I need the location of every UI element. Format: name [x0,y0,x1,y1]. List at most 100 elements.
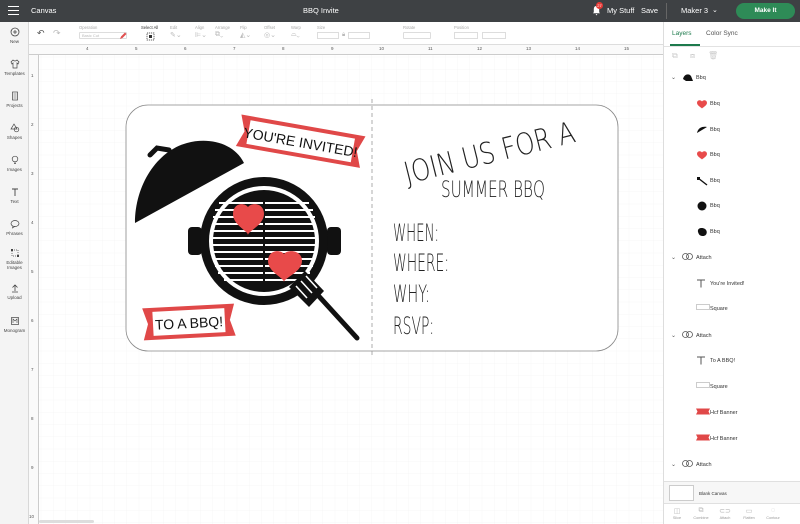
text-t-icon [11,188,18,196]
where-label[interactable]: WHERE: [393,249,449,277]
to-a-bbq-banner[interactable]: TO A BBQ! [142,303,236,341]
chevron-down-icon[interactable]: ⌄ [671,254,676,261]
undo-icon[interactable]: ↶ [37,28,45,39]
delete-icon[interactable]: 🗑︎ [708,51,718,60]
layer-row[interactable]: ⌄ Attach [664,453,800,477]
save-button[interactable]: Save [641,6,658,15]
warp-control[interactable]: Warp [291,25,301,30]
offset-icon[interactable]: ◎⌄ [264,31,276,39]
flatten-button[interactable]: Flatten [738,516,760,520]
machine-select[interactable]: Maker 3 [681,6,708,15]
redo-icon[interactable]: ↷ [53,28,61,39]
duplicate-icon[interactable]: ⧈ [690,51,695,61]
flip-icon[interactable]: ◭⌄ [240,31,251,39]
horizontal-scrollbar[interactable] [39,520,94,523]
x-input[interactable] [454,32,478,39]
layer-row[interactable]: Hcf Banner [664,401,800,425]
tab-layers[interactable]: Layers [672,30,692,37]
offset-control[interactable]: Offset [264,25,275,30]
layer-row[interactable]: Square [664,375,800,399]
rotate-input[interactable] [403,32,431,39]
sidebar-item-projects[interactable]: Projects [0,91,29,108]
chevron-down-icon[interactable]: ⌄ [671,332,676,339]
arrange-icon[interactable]: ⧉⌄ [215,31,223,39]
select-all-icon[interactable] [146,32,155,41]
attach-icon [682,253,693,262]
contour-button[interactable]: Contour [762,516,784,520]
flip-control[interactable]: Flip [240,25,247,30]
layer-row[interactable]: ⌄ Bbq [664,66,800,90]
edit-icon[interactable]: ✎⌄ [170,31,182,39]
lock-icon[interactable]: 🔒︎ [342,32,345,39]
layer-row[interactable]: Bbq [664,220,800,244]
layer-row[interactable]: Square [664,297,800,321]
rotate-control[interactable]: Rotate [403,25,433,39]
sidebar-item-shapes[interactable]: Shapes [0,123,29,140]
rsvp-label[interactable]: RSVP: [393,312,434,340]
position-control[interactable]: Position [454,25,514,39]
when-label[interactable]: WHEN: [393,219,439,247]
combine-button[interactable]: Combine [690,516,712,520]
align-control[interactable]: Align [195,25,204,30]
spatula-icon [696,176,708,188]
layer-row[interactable]: ⌄ Attach [664,324,800,348]
size-control[interactable]: Size 🔒︎ [317,25,377,39]
project-title[interactable]: BBQ Invite [303,6,339,15]
edit-control[interactable]: Edit [170,25,177,30]
sidebar-item-images[interactable]: Images [0,155,29,172]
sidebar-item-text[interactable]: Text [0,187,29,204]
my-stuff-link[interactable]: My Stuff [607,6,634,15]
layer-row[interactable]: Bbq [664,118,800,142]
chevron-down-icon[interactable]: ⌄ [671,74,676,81]
sidebar-item-label: Templates [4,71,25,76]
chevron-down-icon[interactable]: ⌄ [671,461,676,468]
combine-icon[interactable]: ⧉ [690,507,712,515]
layer-label: Square [710,384,728,390]
width-input[interactable] [317,32,339,39]
warp-icon[interactable]: ⌓⌄ [291,31,300,39]
attach-icon[interactable]: ⊂⊃ [714,507,736,515]
blank-canvas-layer[interactable]: Blank Canvas [664,481,800,503]
hamburger-menu-icon[interactable] [8,6,19,15]
sidebar-item-monogram[interactable]: Monogram [0,316,29,333]
slice-icon[interactable]: ◫ [666,507,688,515]
canvas-swatch[interactable] [669,485,694,501]
sidebar-item-upload[interactable]: Upload [0,283,29,300]
ruler-number: 5 [135,46,138,51]
layer-row[interactable]: Bbq [664,194,800,218]
shirt-icon [10,59,19,69]
slice-button[interactable]: Slice [666,516,688,520]
y-input[interactable] [482,32,506,39]
design-canvas[interactable]: YOU'RE INVITED! TO A BBQ! JOIN US FOR A … [39,55,663,524]
sidebar-item-new[interactable]: New [0,27,29,44]
flatten-icon[interactable]: ▭ [738,507,760,515]
tab-color-sync[interactable]: Color Sync [706,30,738,37]
layer-row[interactable]: You're Invited! [664,272,800,296]
summer-bbq-heading[interactable]: SUMMER BBQ [441,178,545,203]
layer-row[interactable]: Bbq [664,92,800,116]
banner-icon [696,408,710,417]
layer-row[interactable]: Bbq [664,169,800,193]
make-it-button[interactable]: Make It [736,3,795,19]
height-input[interactable] [348,32,371,39]
align-icon[interactable]: ⊫⌄ [195,31,207,39]
attach-button[interactable]: Attach [714,516,736,520]
layer-row[interactable]: Bbq [664,143,800,167]
group-icon[interactable]: ⧉ [672,51,678,61]
why-label[interactable]: WHY: [393,280,430,308]
layer-label: Bbq [696,75,706,81]
sidebar-item-label: Phrases [6,231,23,236]
sidebar-item-editable-images[interactable]: Editable Images [0,248,29,270]
layer-row[interactable]: Hcf Banner [664,427,800,451]
sidebar-item-phrases[interactable]: Phrases [0,219,29,236]
sidebar-item-templates[interactable]: Templates [0,59,29,76]
arrange-control[interactable]: Arrange [215,25,230,30]
pen-icon[interactable] [119,32,127,40]
layer-row[interactable]: To A BBQ! [664,349,800,373]
contour-icon[interactable]: ◌ [762,507,784,514]
chevron-down-icon[interactable]: ⌄ [712,6,718,14]
select-all-button[interactable]: Select All [141,25,158,30]
ruler-number: 9 [331,46,334,51]
layer-label: To A BBQ! [710,358,736,364]
layer-row[interactable]: ⌄ Attach [664,246,800,270]
